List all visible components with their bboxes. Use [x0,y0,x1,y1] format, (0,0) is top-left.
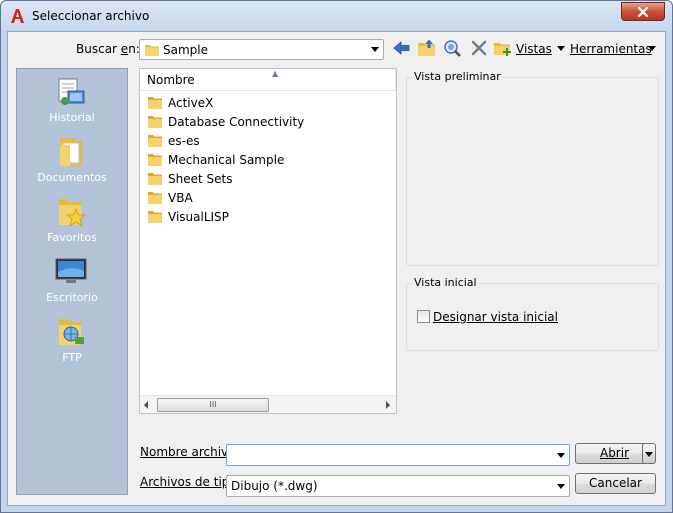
list-item[interactable]: VBA [148,188,193,207]
list-item[interactable]: Database Connectivity [148,112,304,131]
list-item[interactable]: Mechanical Sample [148,150,284,169]
list-item[interactable]: ActiveX [148,93,213,112]
look-in-value: Sample [163,43,208,57]
search-web-icon[interactable] [443,39,463,57]
filename-input[interactable] [226,444,570,466]
scroll-left-icon[interactable] [144,401,148,409]
filename-label: Nombre archivo: [140,445,240,459]
chevron-down-icon [645,452,653,457]
list-item-name: VisualLISP [168,209,229,224]
list-item[interactable]: VisualLISP [148,207,229,226]
sort-ascending-icon: ▲ [272,69,279,78]
place-ftp-label: FTP [62,351,82,364]
folder-icon [148,211,162,223]
scroll-thumb[interactable]: III [157,398,269,412]
views-menu[interactable]: Vistas [516,42,552,56]
close-button[interactable] [621,2,665,21]
place-desktop[interactable]: Escritorio [17,255,127,315]
place-desktop-label: Escritorio [46,291,98,304]
back-arrow-icon[interactable] [392,39,412,57]
list-item-name: es-es [168,133,200,148]
folder-icon [145,45,159,56]
list-item-name: Mechanical Sample [168,152,285,167]
place-favorites[interactable]: Favoritos [17,195,127,255]
initial-view-title: Vista inicial [412,276,479,289]
file-list[interactable]: Nombre ▲ ActiveX Database Connectivity e… [139,68,397,414]
folder-icon [148,192,162,204]
list-item-name: Sheet Sets [168,171,233,186]
column-separator[interactable] [395,69,396,91]
autocad-app-icon [11,9,24,23]
cancel-button[interactable]: Cancelar [575,473,656,494]
place-documents[interactable]: Documentos [17,135,127,195]
tools-dropdown-arrow-icon[interactable] [648,46,656,51]
new-folder-icon[interactable] [493,39,513,57]
filetype-value: Dibujo (*.dwg) [231,479,318,493]
list-item-name: VBA [168,190,193,205]
tools-menu[interactable]: Herramientas [570,42,652,56]
list-item[interactable]: es-es [148,131,200,150]
look-in-dropdown[interactable]: Sample [139,39,384,60]
chevron-down-icon [557,484,565,489]
places-bar: Historial Documentos Favoritos Escritori… [16,68,128,495]
place-documents-label: Documentos [37,171,107,184]
title-bar[interactable]: Seleccionar archivo [1,1,672,31]
column-header-label: Nombre [147,73,195,87]
designate-initial-view-checkbox[interactable] [417,310,430,323]
column-header-name[interactable]: Nombre ▲ [140,69,396,91]
folder-icon [148,173,162,185]
folder-icon [148,154,162,166]
filetype-dropdown[interactable]: Dibujo (*.dwg) [226,475,570,497]
list-item-name: ActiveX [168,95,214,110]
preview-group [406,77,659,266]
scroll-right-icon[interactable] [386,401,390,409]
dialog-window: Seleccionar archivo Buscar en: Sample Vi… [0,0,673,513]
favorites-folder-icon [59,199,87,227]
window-title: Seleccionar archivo [32,9,150,23]
preview-title: Vista preliminar [412,70,503,83]
list-item-name: Database Connectivity [168,114,305,129]
place-ftp[interactable]: FTP [17,315,127,375]
open-options-button[interactable] [642,443,656,464]
dialog-client: Buscar en: Sample Vistas Herramientas Hi… [7,31,666,506]
documents-folder-icon [60,138,82,166]
history-icon [58,78,85,105]
ftp-icon [59,319,84,345]
designate-initial-view-label[interactable]: Designar vista inicial [433,310,558,324]
close-icon [637,6,649,17]
delete-icon[interactable] [469,39,489,57]
desktop-icon [55,258,87,283]
place-history-label: Historial [49,111,95,124]
list-item[interactable]: Sheet Sets [148,169,232,188]
folder-icon [148,135,162,147]
folder-icon [148,97,162,109]
up-folder-icon[interactable] [417,39,437,57]
folder-icon [148,116,162,128]
place-favorites-label: Favoritos [47,231,97,244]
chevron-down-icon[interactable] [557,453,565,458]
chevron-down-icon [371,47,379,52]
views-dropdown-arrow-icon[interactable] [557,46,565,51]
horizontal-scrollbar[interactable]: III [140,395,396,413]
look-in-label: Buscar en: [76,42,140,56]
place-history[interactable]: Historial [17,75,127,135]
